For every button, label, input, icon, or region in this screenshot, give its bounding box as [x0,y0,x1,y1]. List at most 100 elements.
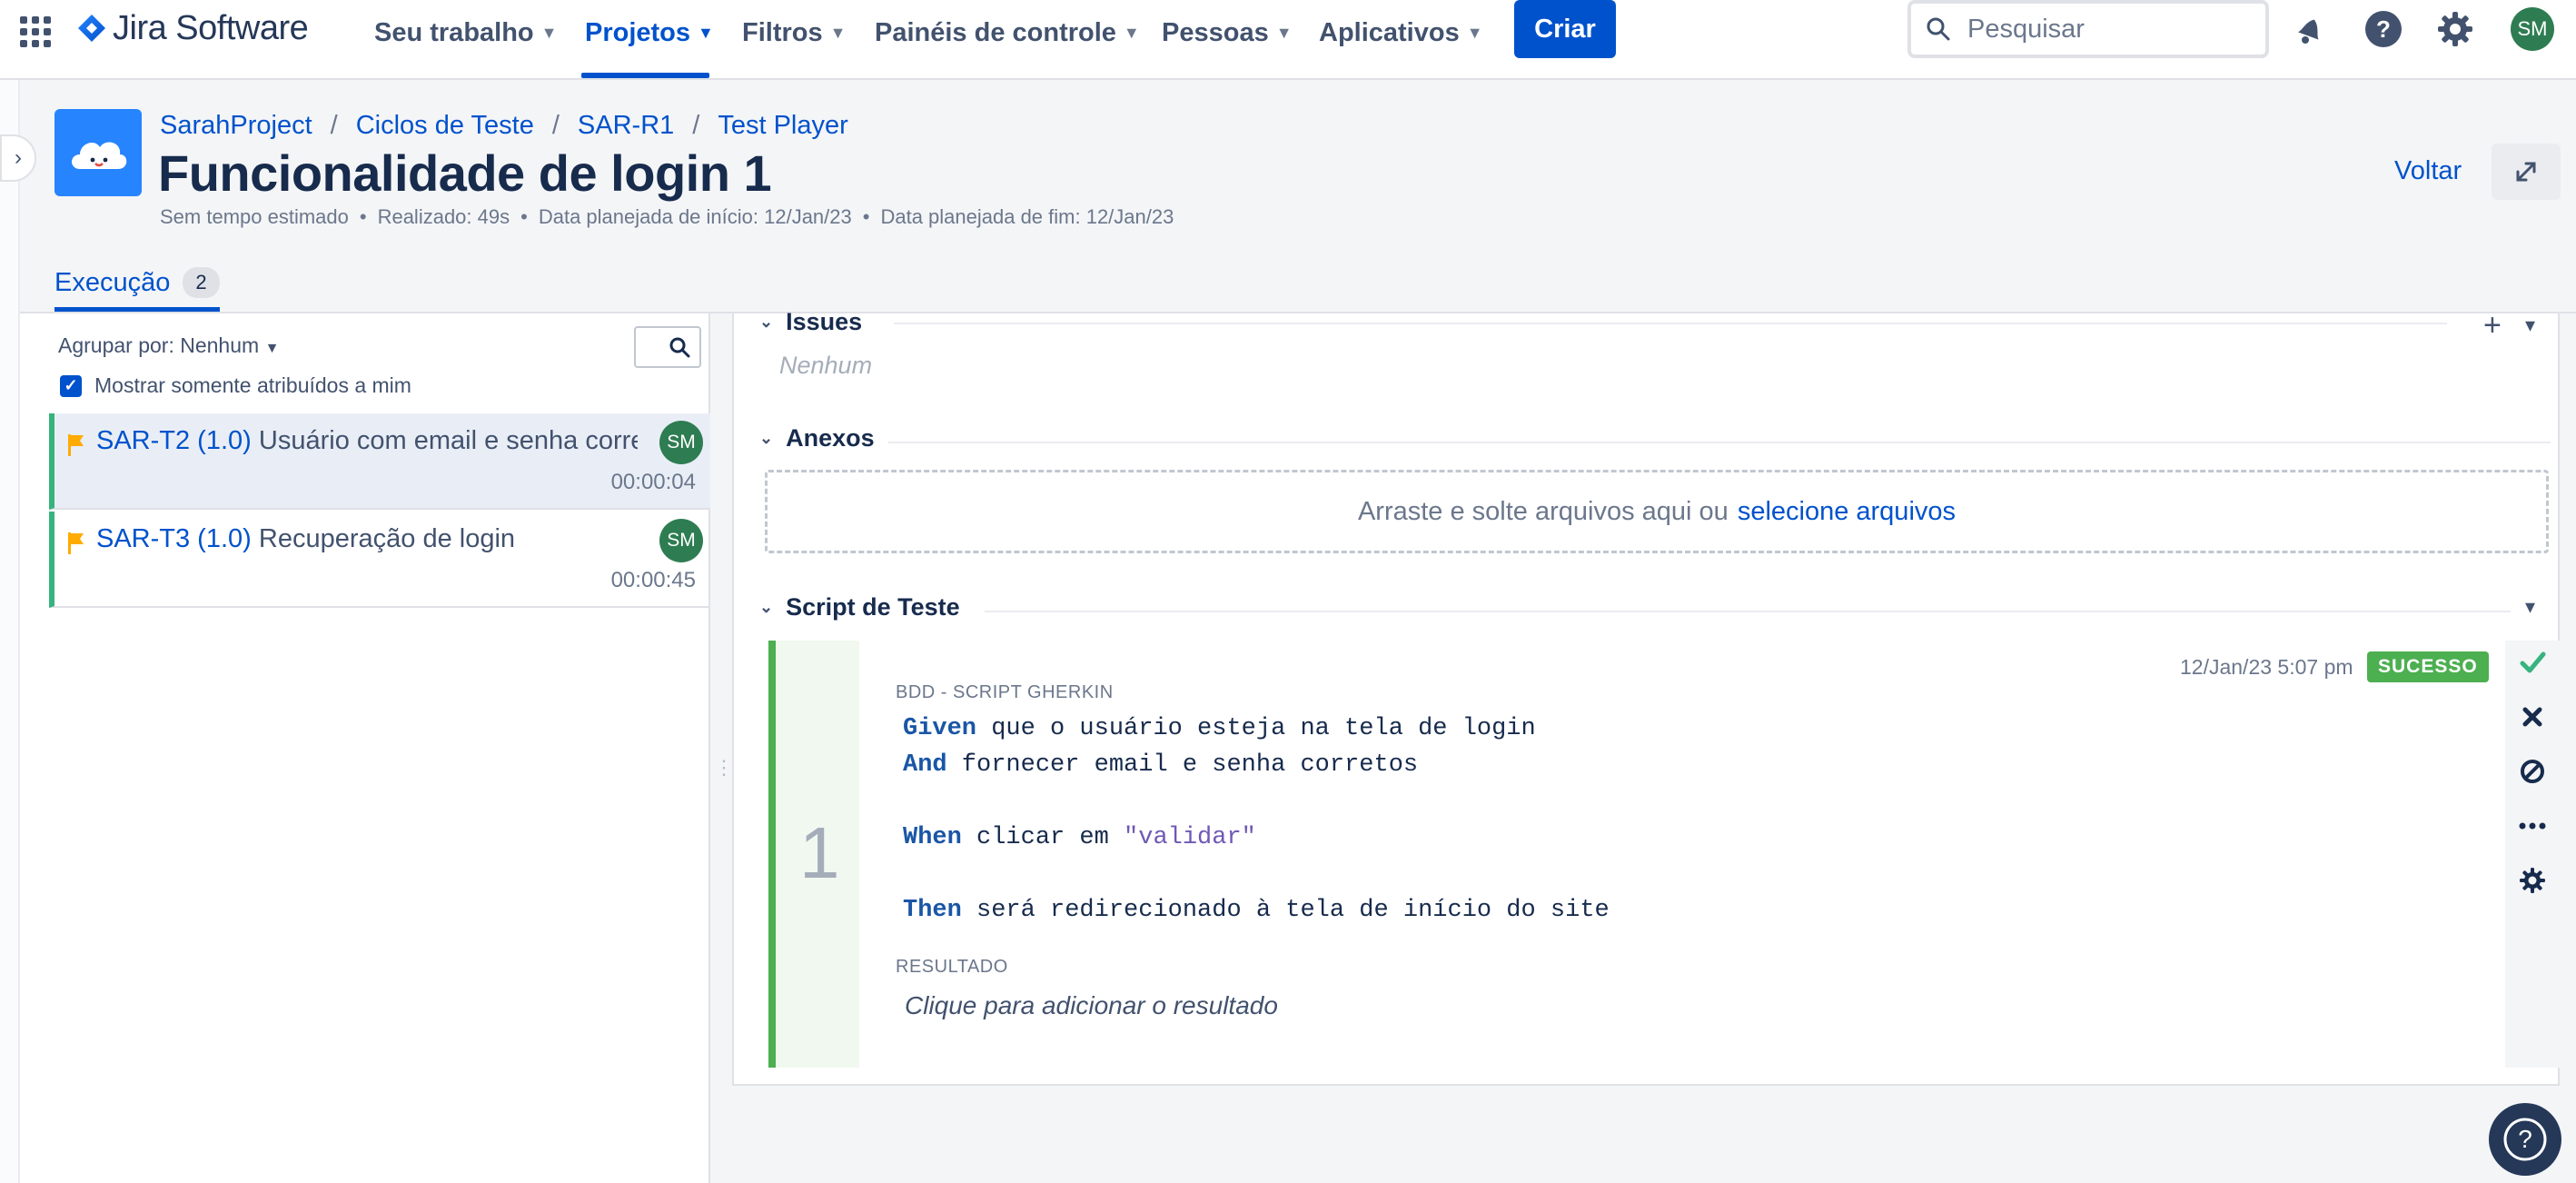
top-navigation: Jira Software Seu trabalho ▼ Projetos ▼ Fi… [0,0,2576,80]
breadcrumb-test-cycles[interactable]: Ciclos de Teste [356,111,534,141]
nav-label: Seu trabalho [374,17,534,47]
back-link[interactable]: Voltar [2394,156,2462,186]
tab-execucao[interactable]: Execução 2 [54,267,220,298]
gherkin-line: Then será redirecionado à tela de início… [903,897,1610,924]
gherkin-string: "validar" [1124,824,1256,851]
test-title: SAR-T3 (1.0) Recuperação de login [96,524,638,554]
chevron-down-icon: ▼ [829,23,847,42]
caret-down-icon[interactable]: ▾ [2525,313,2535,337]
gherkin-keyword: Then [903,897,962,924]
file-dropzone[interactable]: Arraste e solte arquivos aqui ou selecio… [765,470,2549,553]
test-name: Recuperação de login [258,524,516,553]
breadcrumb-project[interactable]: SarahProject [160,111,312,141]
execution-time: 00:00:04 [610,470,696,494]
chevron-down-icon: ⌄ [759,313,774,331]
app-switcher-icon[interactable] [20,16,51,47]
chevron-down-icon: ⌄ [759,598,774,616]
nav-label: Aplicativos [1319,17,1460,47]
gherkin-keyword: And [903,751,947,779]
select-files-link[interactable]: selecione arquivos [1738,497,1956,527]
nav-label: Projetos [585,17,691,47]
test-key: SAR-T2 (1.0) [96,426,252,455]
gherkin-line: Given que o usuário esteja na tela de lo… [903,715,1536,742]
nav-label: Painéis de controle [875,17,1116,47]
breadcrumb-test-player[interactable]: Test Player [718,111,847,141]
issues-empty-value: Nenhum [779,352,873,379]
step-number: 1 [799,812,840,893]
list-search-button[interactable] [634,326,701,368]
settings-gear-icon[interactable] [2433,7,2477,51]
expand-sidebar-button[interactable]: › [0,134,36,182]
chevron-right-icon: › [15,145,22,170]
breadcrumb-cycle[interactable]: SAR-R1 [578,111,674,141]
breadcrumb-separator: / [692,111,700,140]
nav-filtros[interactable]: Filtros ▼ [742,13,846,53]
sidebar-rail [0,80,20,1183]
group-by-label: Agrupar por: Nenhum [58,333,260,357]
nav-pessoas[interactable]: Pessoas ▼ [1162,13,1293,53]
chevron-down-icon: ⌄ [759,429,774,447]
nav-projetos[interactable]: Projetos ▼ [585,13,714,53]
panel-resize-handle[interactable]: ⋮ [714,756,734,780]
step-settings-icon[interactable] [2516,864,2549,897]
search-placeholder: Pesquisar [1967,14,2085,44]
pass-check-icon[interactable] [2516,646,2549,679]
list-item[interactable]: SAR-T2 (1.0) Usuário com email e senha c… [49,413,710,510]
test-name: Usuário com email e senha corretos [258,426,638,455]
step-type-label: BDD - SCRIPT GHERKIN [896,682,1114,702]
nav-seu-trabalho[interactable]: Seu trabalho ▼ [374,13,557,53]
add-issue-icon[interactable]: + [2483,308,2502,343]
user-avatar[interactable]: SM [2511,7,2554,51]
gherkin-text: fornecer email e senha corretos [946,751,1419,779]
test-script-section-toggle[interactable]: ⌄ Script de Teste [759,593,960,621]
gherkin-line: When clicar em "validar" [903,824,1256,851]
nav-active-indicator [581,73,709,78]
issues-section-toggle[interactable]: ⌄ Issues [759,308,862,336]
nav-aplicativos[interactable]: Aplicativos ▼ [1319,13,1483,53]
blocked-icon[interactable] [2516,755,2549,788]
app-name[interactable]: Jira Software [113,9,309,48]
execution-time: 00:00:45 [610,568,696,592]
test-list-panel: Agrupar por: Nenhum ▼ ✓ Mostrar somente … [20,313,710,1183]
search-icon [669,337,690,358]
svg-text:?: ? [2376,15,2391,43]
caret-down-icon[interactable]: ▾ [2525,595,2535,619]
notifications-icon[interactable] [2289,7,2333,51]
flag-icon [68,532,84,554]
assignee-avatar: SM [659,519,703,562]
gherkin-text: que o usuário esteja na tela de login [976,715,1536,742]
nav-label: Filtros [742,17,823,47]
attachments-section-toggle[interactable]: ⌄ Anexos [759,424,875,452]
list-item[interactable]: SAR-T3 (1.0) Recuperação de login SM 00:… [49,512,710,608]
create-button[interactable]: Criar [1514,0,1616,58]
fullscreen-button[interactable] [2492,144,2561,200]
planned-start-text: Data planejada de início: 12/Jan/23 [538,205,852,228]
more-options-icon[interactable] [2516,810,2549,842]
estimate-text: Sem tempo estimado [160,205,349,228]
result-input[interactable]: Clique para adicionar o resultado [905,991,1278,1020]
search-icon [1927,17,1950,41]
only-mine-filter[interactable]: ✓ Mostrar somente atribuídos a mim [60,373,411,398]
result-label: RESULTADO [896,957,1008,977]
meta-separator: • [520,205,528,228]
help-button[interactable]: ? [2489,1103,2561,1176]
cycle-meta: Sem tempo estimado • Realizado: 49s • Data… [160,205,1174,229]
breadcrumb: SarahProject / Ciclos de Teste / SAR-R1 … [160,111,848,141]
gherkin-text: clicar em [961,824,1125,851]
chevron-down-icon: ▼ [540,23,558,42]
group-by-dropdown[interactable]: Agrupar por: Nenhum ▼ [58,333,279,358]
help-icon[interactable]: ? [2362,7,2405,51]
breadcrumb-separator: / [551,111,560,140]
nav-paineis[interactable]: Painéis de controle ▼ [875,13,1140,53]
breadcrumb-separator: / [330,111,338,140]
executed-time-text: Realizado: 49s [377,205,510,228]
section-title: Anexos [786,424,875,452]
fail-x-icon[interactable] [2516,701,2549,733]
jira-logo-icon[interactable] [76,13,107,44]
step-executed-date: 12/Jan/23 5:07 pm [2180,655,2353,679]
test-title: SAR-T2 (1.0) Usuário com email e senha c… [96,426,638,456]
only-mine-checkbox[interactable]: ✓ [60,374,82,397]
search-input[interactable]: Pesquisar [1907,0,2269,58]
tab-count-badge: 2 [183,267,220,298]
status-badge: SUCESSO [2367,651,2489,682]
